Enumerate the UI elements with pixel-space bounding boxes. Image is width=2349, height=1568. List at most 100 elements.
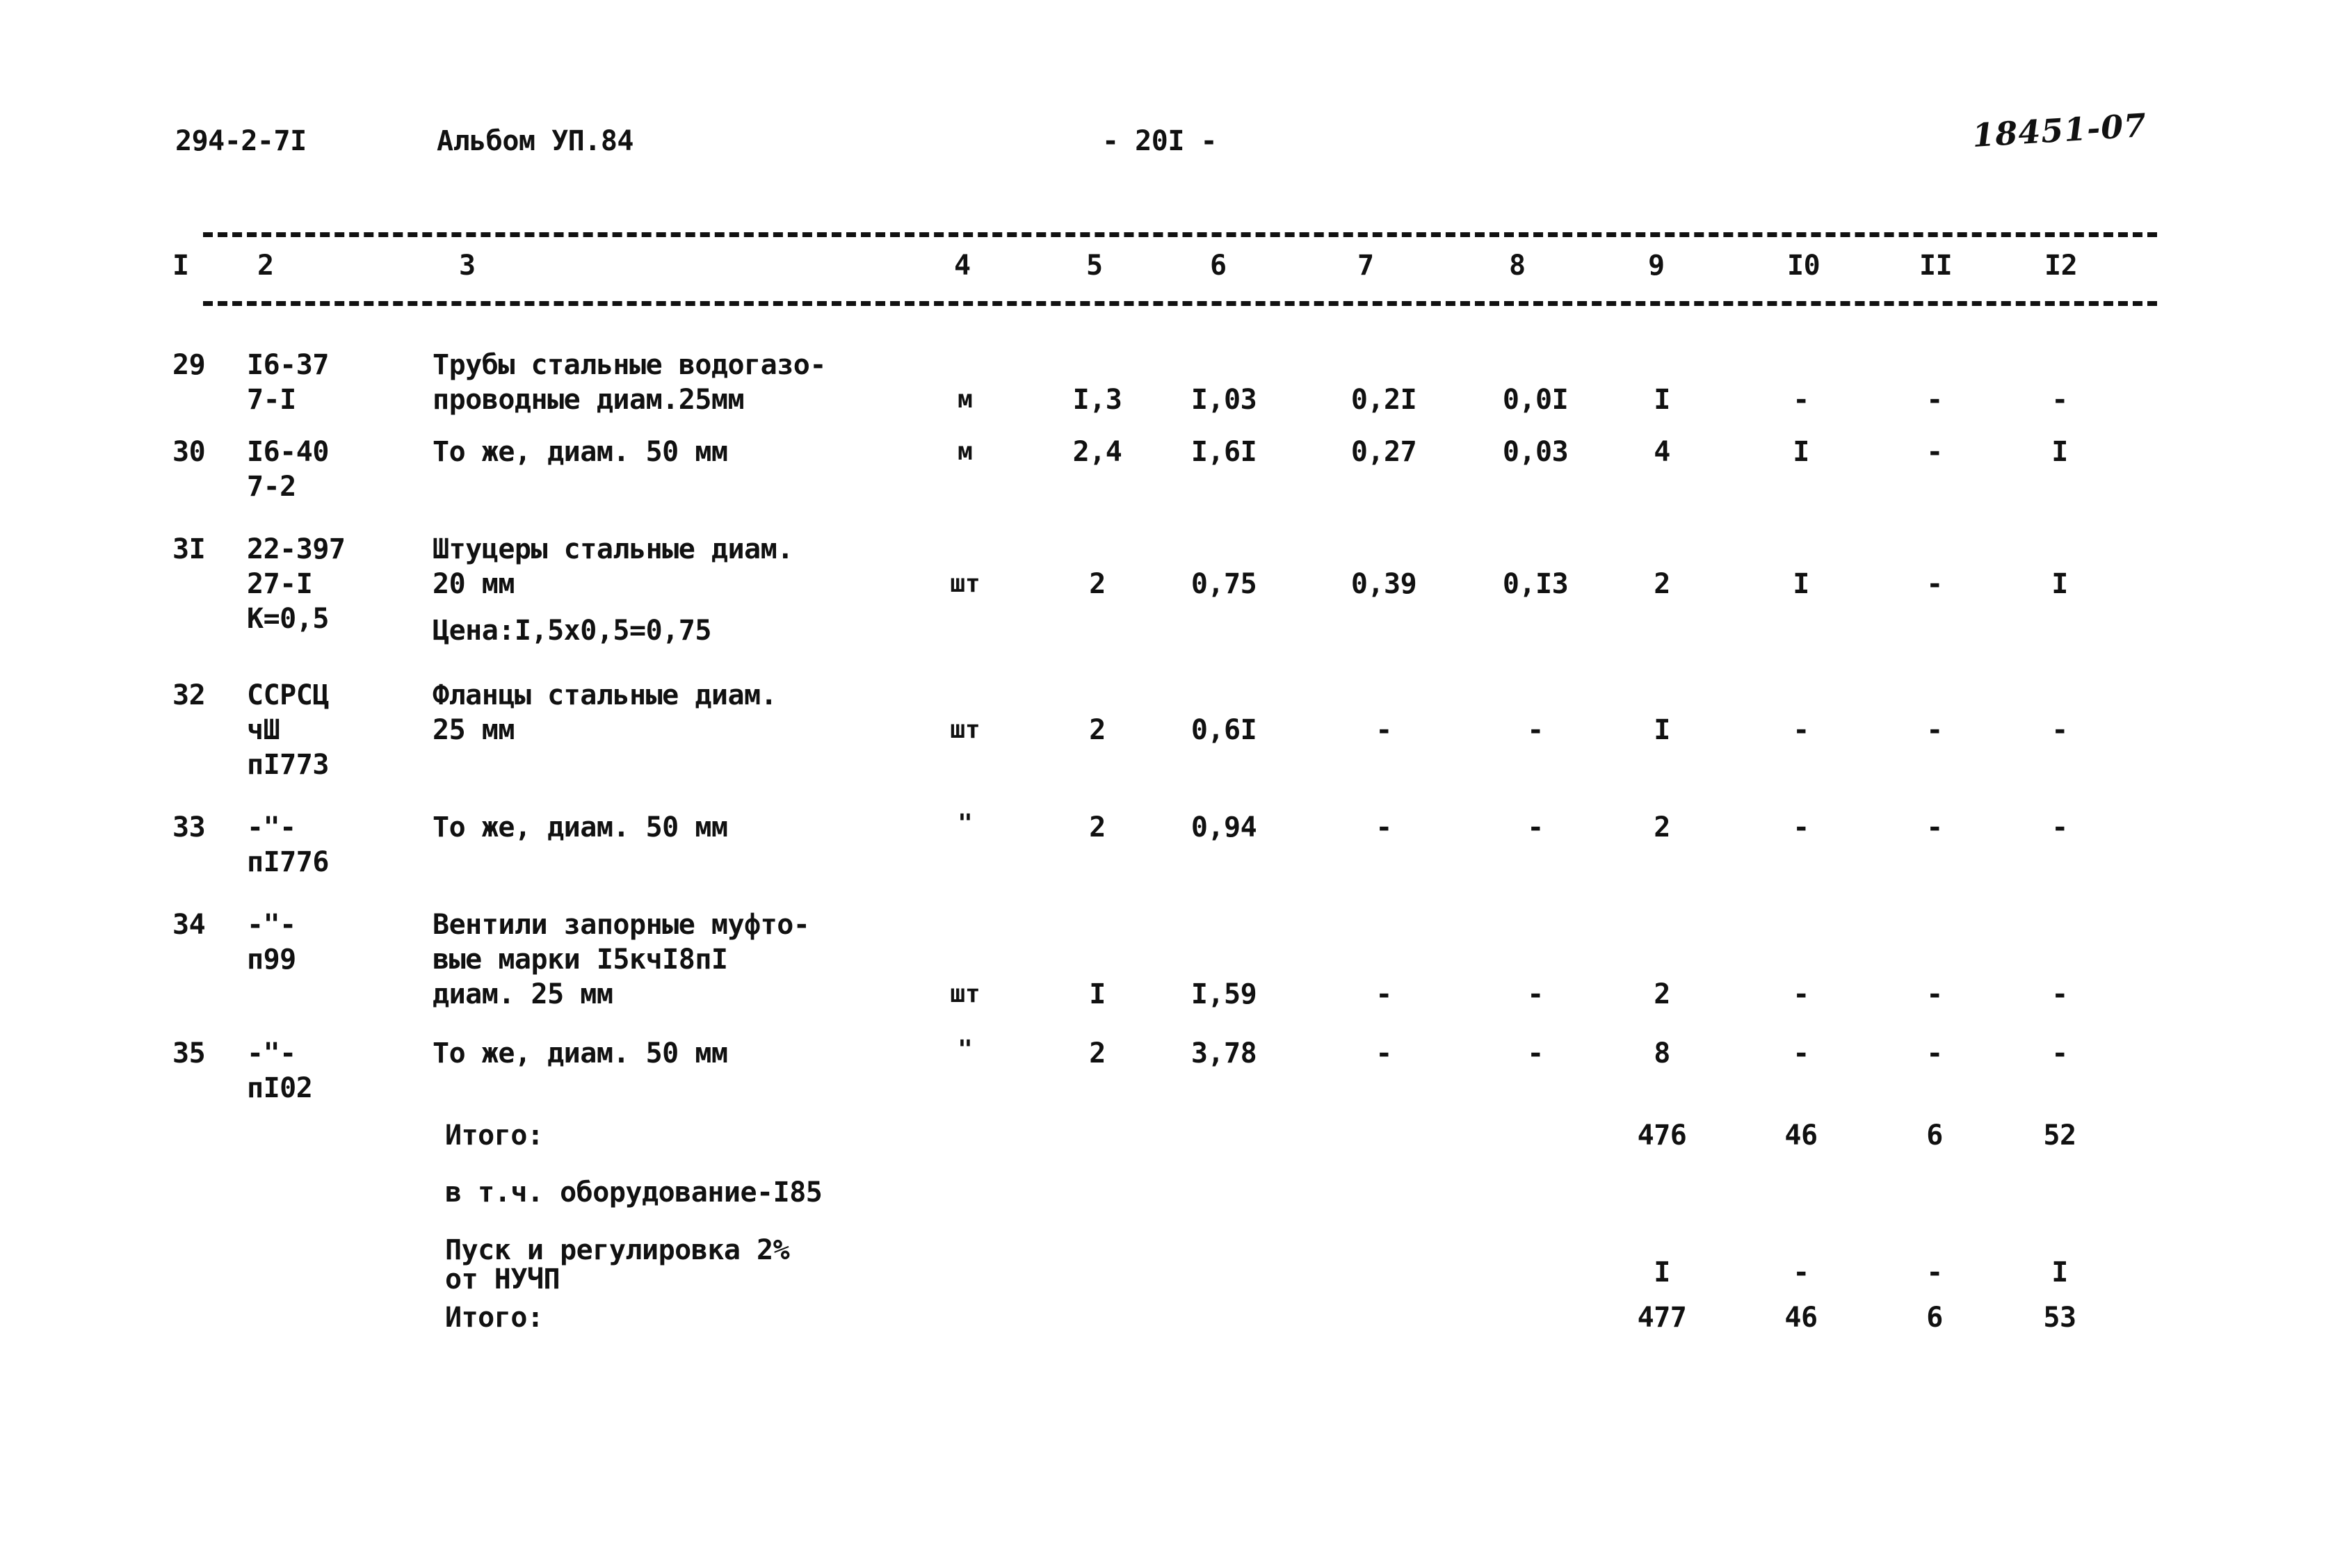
row-value-col12: -	[2051, 1037, 2068, 1069]
total-label: Итого:	[445, 1302, 544, 1334]
row-value-col11: -	[1926, 568, 1943, 600]
startup-col10: -	[1793, 1256, 1809, 1288]
row-value-col9: I	[1654, 384, 1670, 416]
column-header-11: II	[1919, 250, 1953, 282]
subtotal-col9: 476	[1637, 1120, 1687, 1151]
row-value-col9: 2	[1654, 811, 1670, 843]
column-header-7: 7	[1357, 250, 1374, 282]
row-value-col10: -	[1793, 811, 1809, 843]
row-unit: "	[958, 809, 973, 838]
row-value-col6: 3,78	[1190, 1037, 1257, 1069]
startup-col12: I	[2051, 1256, 2068, 1288]
row-value-col6: I,03	[1190, 384, 1257, 416]
row-value-col8: -	[1527, 978, 1544, 1010]
column-header-1: I	[172, 250, 189, 282]
row-value-col8: 0,I3	[1502, 568, 1569, 600]
total-col9: 477	[1637, 1302, 1687, 1334]
startup-note-line2: от НУЧП	[445, 1263, 560, 1295]
row-description: То же, диам. 50 мм	[433, 811, 728, 843]
row-value-col8: 0,0I	[1502, 384, 1569, 416]
row-value-col7: 0,39	[1350, 568, 1417, 600]
row-description: Вентили запорные муфто- вые марки I5кчI8…	[433, 909, 810, 1010]
row-value-col11: -	[1926, 811, 1943, 843]
row-value-col5: 2	[1089, 811, 1106, 843]
row-value-col7: -	[1375, 1037, 1392, 1069]
row-value-col11: -	[1926, 384, 1943, 416]
row-description: То же, диам. 50 мм	[433, 1037, 728, 1069]
row-value-col12: -	[2051, 978, 2068, 1010]
row-value-col6: I,6I	[1190, 436, 1257, 468]
row-value-col5: 2	[1089, 714, 1106, 746]
table-row: 32	[172, 679, 206, 711]
row-code: ССРСЦ чШ пI773	[247, 679, 329, 781]
row-value-col6: 0,75	[1190, 568, 1257, 600]
table-header-divider	[203, 301, 2157, 306]
row-value-col9: 2	[1654, 568, 1670, 600]
row-value-col10: I	[1793, 436, 1809, 468]
row-unit: м	[958, 437, 973, 466]
row-value-col11: -	[1926, 436, 1943, 468]
table-row: 33	[172, 811, 206, 843]
table-row: 30	[172, 436, 206, 468]
column-header-8: 8	[1509, 250, 1526, 282]
row-value-col6: 0,94	[1190, 811, 1257, 843]
document-code: 294-2-7I	[175, 125, 307, 157]
row-value-col5: 2	[1089, 568, 1106, 600]
row-value-col5: I,3	[1072, 384, 1122, 416]
row-value-col6: 0,6I	[1190, 714, 1257, 746]
row-code: 22-397 27-I К=0,5	[247, 533, 346, 635]
row-description: Трубы стальные водогазо- проводные диам.…	[433, 349, 826, 416]
row-value-col8: -	[1527, 1037, 1544, 1069]
row-value-col10: -	[1793, 1037, 1809, 1069]
row-value-col5: I	[1089, 978, 1106, 1010]
row-description: Фланцы стальные диам. 25 мм	[433, 679, 777, 746]
row-code: -"- пI02	[247, 1037, 313, 1104]
row-code: I6-40 7-2	[247, 436, 329, 503]
row-value-col12: -	[2051, 811, 2068, 843]
row-value-col9: 4	[1654, 436, 1670, 468]
row-value-col8: -	[1527, 811, 1544, 843]
subtotal-label: Итого:	[445, 1120, 544, 1151]
scanned-document-page: 294-2-7I Альбом УП.84 - 20I - 18451-07 I…	[0, 0, 2349, 1568]
column-header-5: 5	[1086, 250, 1103, 282]
subtotal-col12: 52	[2043, 1120, 2076, 1151]
total-col12: 53	[2043, 1302, 2076, 1334]
column-header-10: I0	[1787, 250, 1821, 282]
subtotal-col11: 6	[1926, 1120, 1943, 1151]
startup-col9: I	[1654, 1256, 1670, 1288]
total-col10: 46	[1784, 1302, 1818, 1334]
row-value-col10: I	[1793, 568, 1809, 600]
row-value-col8: 0,03	[1502, 436, 1569, 468]
table-row: 3I	[172, 533, 206, 565]
row-value-col11: -	[1926, 714, 1943, 746]
row-value-col9: 2	[1654, 978, 1670, 1010]
column-header-2: 2	[257, 250, 274, 282]
row-value-col7: -	[1375, 811, 1392, 843]
row-code: I6-37 7-I	[247, 349, 329, 416]
row-value-col6: I,59	[1190, 978, 1257, 1010]
table-row: 29	[172, 349, 206, 381]
column-header-12: I2	[2044, 250, 2078, 282]
row-unit: шт	[950, 980, 980, 1008]
row-value-col10: -	[1793, 978, 1809, 1010]
row-price-note: Цена:I,5х0,5=0,75	[433, 615, 711, 647]
row-value-col11: -	[1926, 978, 1943, 1010]
row-code: -"- пI776	[247, 811, 329, 878]
table-top-divider	[203, 232, 2157, 237]
row-value-col5: 2	[1089, 1037, 1106, 1069]
row-description: Штуцеры стальные диам. 20 мм	[433, 533, 793, 600]
row-value-col8: -	[1527, 714, 1544, 746]
row-value-col9: 8	[1654, 1037, 1670, 1069]
row-unit: шт	[950, 716, 980, 744]
row-value-col12: I	[2051, 568, 2068, 600]
row-value-col10: -	[1793, 384, 1809, 416]
row-value-col7: -	[1375, 978, 1392, 1010]
row-unit: шт	[950, 569, 980, 598]
column-header-6: 6	[1210, 250, 1227, 282]
row-value-col9: I	[1654, 714, 1670, 746]
row-unit: м	[958, 385, 973, 414]
table-row: 35	[172, 1037, 206, 1069]
equipment-note: в т.ч. оборудование-I85	[445, 1177, 823, 1209]
row-value-col7: 0,2I	[1350, 384, 1417, 416]
row-value-col12: -	[2051, 384, 2068, 416]
